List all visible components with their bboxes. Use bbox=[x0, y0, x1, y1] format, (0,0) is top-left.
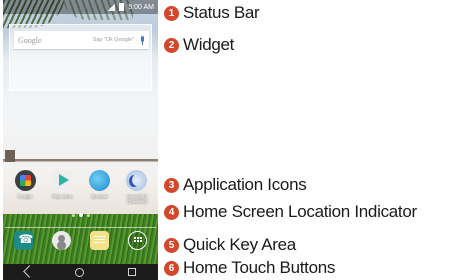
pier-wallpaper bbox=[3, 148, 158, 166]
google-search-widget: Google Say "Ok Google" bbox=[9, 24, 152, 91]
app-label: Moonlight Download bbox=[126, 194, 147, 204]
signal-icon bbox=[107, 3, 116, 11]
phone-screen: 5:00 AM Google Say "Ok Google" Google Pl… bbox=[3, 0, 158, 280]
battery-icon bbox=[119, 3, 125, 11]
app-moonlight[interactable]: Moonlight Download bbox=[119, 170, 155, 210]
callout-number: 4 bbox=[164, 204, 179, 220]
app-label: Google bbox=[17, 194, 33, 199]
page-dot[interactable] bbox=[87, 213, 90, 217]
app-label: Browser bbox=[91, 194, 108, 199]
callout-label: Widget bbox=[183, 35, 235, 54]
callout-label: Status Bar bbox=[183, 3, 260, 22]
recent-apps-icon[interactable] bbox=[128, 268, 137, 276]
phone-icon[interactable] bbox=[14, 231, 34, 250]
page-dot-active[interactable] bbox=[79, 213, 83, 217]
apps-drawer-icon[interactable] bbox=[127, 231, 147, 250]
app-play-store[interactable]: Play Store bbox=[44, 170, 80, 210]
callout-number: 2 bbox=[164, 37, 179, 53]
play-store-icon bbox=[51, 170, 73, 191]
callout-label: Quick Key Area bbox=[183, 235, 296, 254]
callout-label: Application Icons bbox=[183, 175, 307, 194]
page-dot[interactable] bbox=[72, 213, 75, 217]
contacts-icon[interactable] bbox=[52, 231, 72, 250]
pier-tower-wallpaper bbox=[5, 150, 15, 162]
callout-label: Home Touch Buttons bbox=[183, 258, 336, 277]
callout-number: 3 bbox=[164, 177, 179, 193]
microphone-icon[interactable] bbox=[140, 35, 145, 45]
callout-quick-key-area: 5 Quick Key Area bbox=[164, 234, 296, 256]
callout-label: Home Screen Location Indicator bbox=[183, 202, 417, 221]
moon-app-icon bbox=[126, 170, 148, 191]
callout-widget: 2 Widget bbox=[164, 34, 234, 56]
home-icon[interactable] bbox=[75, 267, 85, 277]
app-label: Play Store bbox=[51, 194, 73, 199]
application-icons: Google Play Store Browser Moonlight Down… bbox=[7, 170, 155, 210]
callout-status-bar: 1 Status Bar bbox=[164, 2, 260, 24]
messages-icon[interactable] bbox=[89, 231, 109, 250]
callout-application-icons: 3 Application Icons bbox=[164, 174, 307, 196]
search-hint: Say "Ok Google" bbox=[92, 37, 134, 43]
callout-location-indicator: 4 Home Screen Location Indicator bbox=[164, 201, 417, 223]
callout-number: 6 bbox=[164, 260, 179, 276]
browser-globe-icon bbox=[89, 170, 111, 191]
app-google[interactable]: Google bbox=[7, 170, 43, 210]
app-browser[interactable]: Browser bbox=[82, 170, 118, 210]
home-screen-location-indicator[interactable] bbox=[63, 212, 99, 218]
callout-number: 5 bbox=[164, 237, 179, 253]
status-time: 5:00 AM bbox=[128, 3, 154, 11]
search-bar[interactable]: Google Say "Ok Google" bbox=[14, 31, 149, 49]
callout-number: 1 bbox=[164, 5, 179, 21]
google-logo: Google bbox=[18, 35, 42, 45]
google-folder-icon bbox=[14, 170, 36, 191]
status-bar: 5:00 AM bbox=[3, 0, 158, 14]
quick-key-area bbox=[5, 227, 156, 253]
callout-home-touch-buttons: 6 Home Touch Buttons bbox=[164, 257, 335, 279]
home-touch-buttons bbox=[3, 264, 158, 280]
